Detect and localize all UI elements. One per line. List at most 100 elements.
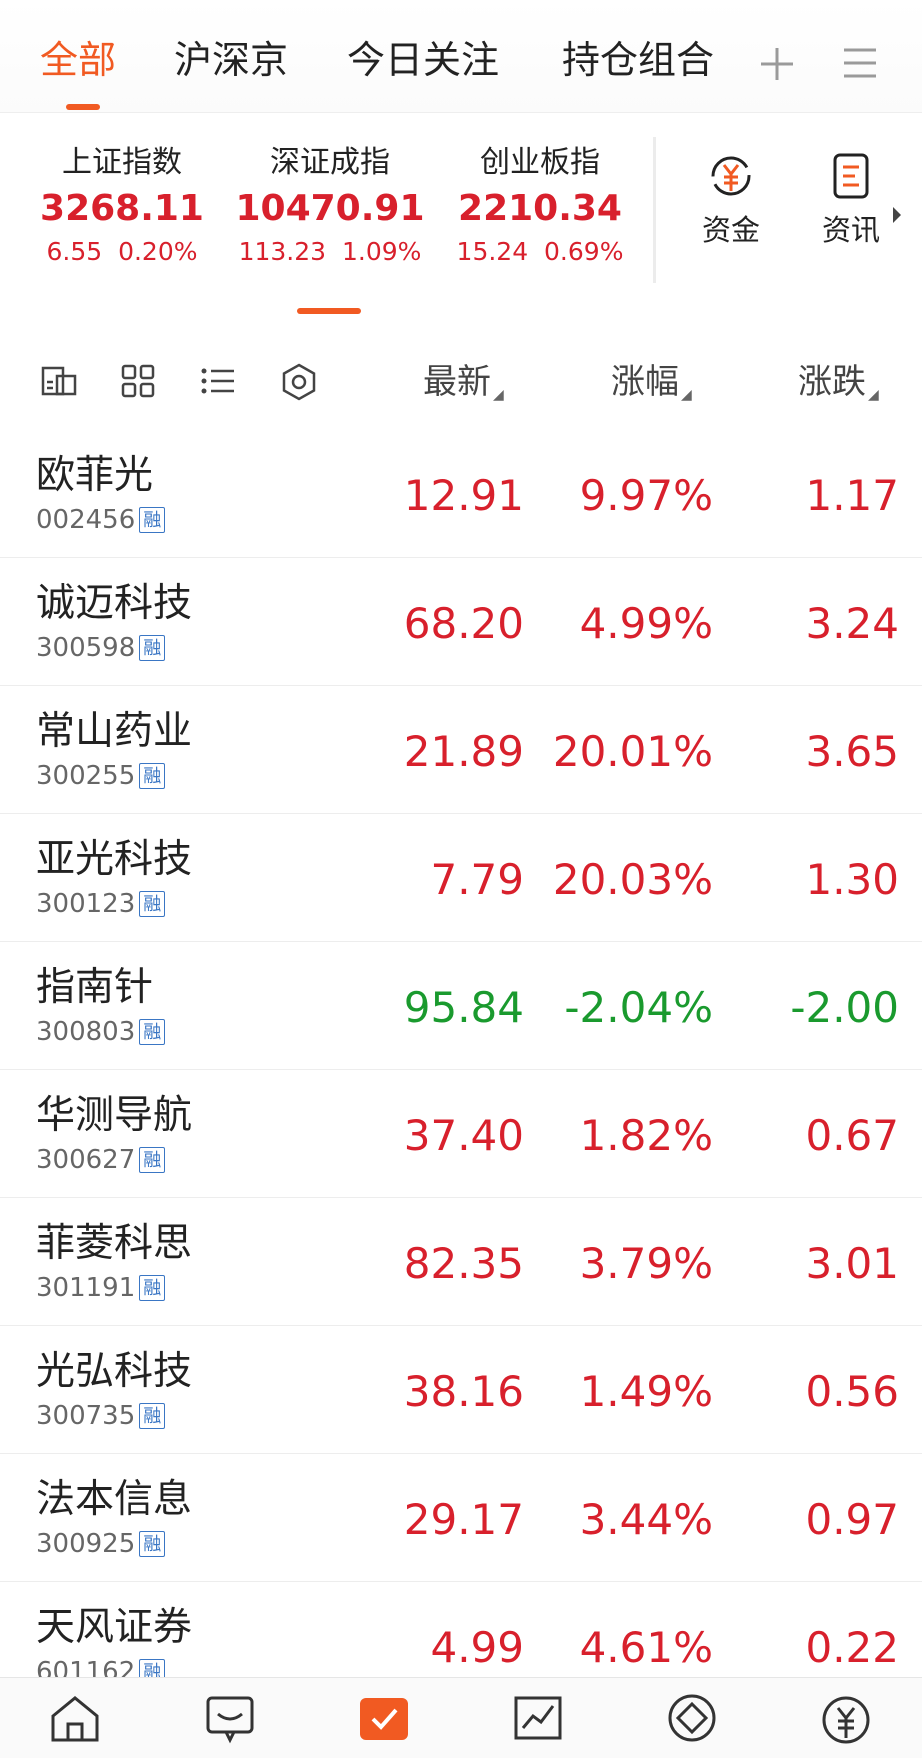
stock-last-price: 7.79 xyxy=(430,855,524,904)
scroll-right-chevron-icon[interactable] xyxy=(890,205,904,225)
stock-name: 指南针 xyxy=(36,965,154,1010)
tab-hushenjing[interactable]: 沪深京 xyxy=(174,36,288,84)
stock-code: 300598 融 xyxy=(36,632,166,664)
index-card-sh[interactable]: 上证指数 3268.11 6.55 0.20% xyxy=(22,143,222,269)
stock-last-price: 12.91 xyxy=(403,471,524,520)
yuan-flow-icon xyxy=(711,156,751,196)
stock-name: 诚迈科技 xyxy=(36,581,193,626)
stock-row[interactable]: 光弘科技 300735 融 38.16 1.49% 0.56 xyxy=(0,1326,922,1454)
quick-link-funds[interactable]: 资金 xyxy=(686,151,776,249)
card-view-icon[interactable] xyxy=(40,362,78,400)
top-tab-bar: 全部 沪深京 今日关注 持仓组合 xyxy=(0,0,922,113)
stock-change-pct: -2.04% xyxy=(564,983,713,1032)
index-card-sz[interactable]: 深证成指 10470.91 113.23 1.09% xyxy=(230,143,430,269)
stock-last-price: 21.89 xyxy=(403,727,524,776)
stock-code: 300803 融 xyxy=(36,1016,166,1048)
margin-trading-badge: 融 xyxy=(139,1403,166,1429)
quick-link-label: 资金 xyxy=(701,213,760,247)
margin-trading-badge: 融 xyxy=(139,1275,166,1301)
stock-row[interactable]: 欧菲光 002456 融 12.91 9.97% 1.17 xyxy=(0,430,922,558)
stock-change-pct: 9.97% xyxy=(579,471,713,520)
stock-last-price: 82.35 xyxy=(403,1239,524,1288)
stock-row[interactable]: 诚迈科技 300598 融 68.20 4.99% 3.24 xyxy=(0,558,922,686)
stock-change: 3.01 xyxy=(805,1239,899,1288)
hamburger-icon[interactable] xyxy=(842,46,878,80)
index-value: 3268.11 xyxy=(40,188,204,229)
stock-change-pct: 20.03% xyxy=(552,855,713,904)
stock-name: 华测导航 xyxy=(36,1093,193,1138)
margin-trading-badge: 融 xyxy=(139,1531,166,1557)
trade-yuan-icon[interactable] xyxy=(816,1690,876,1746)
tab-holdings[interactable]: 持仓组合 xyxy=(562,36,714,84)
stock-code: 300925 融 xyxy=(36,1528,166,1560)
stock-name: 亚光科技 xyxy=(36,837,193,882)
index-name: 上证指数 xyxy=(62,145,182,180)
stock-code: 300255 融 xyxy=(36,760,166,792)
index-strip: 上证指数 3268.11 6.55 0.20% 深证成指 10470.91 11… xyxy=(0,113,922,318)
stock-change-pct: 3.44% xyxy=(579,1495,713,1544)
stock-change-pct: 4.99% xyxy=(579,599,713,648)
stock-name: 法本信息 xyxy=(36,1477,193,1522)
index-divider xyxy=(653,137,656,283)
margin-trading-badge: 融 xyxy=(139,763,166,789)
stock-code: 300735 融 xyxy=(36,1400,166,1432)
tab-all[interactable]: 全部 xyxy=(40,36,116,84)
stock-change-pct: 3.79% xyxy=(579,1239,713,1288)
stock-name: 常山药业 xyxy=(36,709,193,754)
stock-change: 0.22 xyxy=(805,1623,899,1672)
margin-trading-badge: 融 xyxy=(139,1019,166,1045)
stock-row[interactable]: 亚光科技 300123 融 7.79 20.03% 1.30 xyxy=(0,814,922,942)
stock-code: 300123 融 xyxy=(36,888,166,920)
index-change: 113.23 1.09% xyxy=(238,237,422,266)
stock-last-price: 38.16 xyxy=(403,1367,524,1416)
margin-trading-badge: 融 xyxy=(139,507,166,533)
stock-name: 光弘科技 xyxy=(36,1349,193,1394)
stock-change: 0.67 xyxy=(805,1111,899,1160)
plus-icon[interactable] xyxy=(757,44,797,84)
column-header-last[interactable]: 最新 ◢ xyxy=(423,360,504,417)
margin-trading-badge: 融 xyxy=(139,891,166,917)
index-name: 深证成指 xyxy=(270,145,390,180)
column-header-pct[interactable]: 涨幅 ◢ xyxy=(611,360,692,417)
stock-last-price: 37.40 xyxy=(403,1111,524,1160)
watchlist-icon[interactable] xyxy=(354,1690,414,1746)
stock-row[interactable]: 华测导航 300627 融 37.40 1.82% 0.67 xyxy=(0,1070,922,1198)
stock-last-price: 29.17 xyxy=(403,1495,524,1544)
active-tab-indicator xyxy=(66,104,100,110)
stock-row[interactable]: 常山药业 300255 融 21.89 20.01% 3.65 xyxy=(0,686,922,814)
stock-change: 1.30 xyxy=(805,855,899,904)
column-header-chg[interactable]: 涨跌 ◢ xyxy=(798,360,879,417)
market-chart-icon[interactable] xyxy=(508,1690,568,1746)
stock-code: 300627 融 xyxy=(36,1144,166,1176)
index-card-cyb[interactable]: 创业板指 2210.34 15.24 0.69% xyxy=(440,143,640,269)
home-icon[interactable] xyxy=(45,1690,105,1746)
quick-link-news[interactable]: 资讯 xyxy=(806,151,896,249)
stock-code: 301191 融 xyxy=(36,1272,166,1304)
stock-row[interactable]: 指南针 300803 融 95.84 -2.04% -2.00 xyxy=(0,942,922,1070)
stock-change: 0.56 xyxy=(805,1367,899,1416)
stock-change: 1.17 xyxy=(805,471,899,520)
sort-indicator-icon: ◢ xyxy=(681,387,692,403)
stock-change-pct: 4.61% xyxy=(579,1623,713,1672)
message-icon[interactable] xyxy=(200,1690,260,1746)
stock-row[interactable]: 法本信息 300925 融 29.17 3.44% 0.97 xyxy=(0,1454,922,1582)
stock-change-pct: 20.01% xyxy=(552,727,713,776)
settings-hex-icon[interactable] xyxy=(279,362,319,402)
stock-last-price: 68.20 xyxy=(403,599,524,648)
stock-change: 3.65 xyxy=(805,727,899,776)
list-header: 最新 ◢ 涨幅 ◢ 涨跌 ◢ xyxy=(0,326,922,428)
tab-today-focus[interactable]: 今日关注 xyxy=(347,36,499,84)
index-change: 6.55 0.20% xyxy=(46,237,198,266)
grid-view-icon[interactable] xyxy=(119,362,157,400)
quick-link-label: 资讯 xyxy=(821,213,880,247)
stock-last-price: 4.99 xyxy=(430,1623,524,1672)
list-view-icon[interactable] xyxy=(199,362,237,400)
carousel-indicator xyxy=(297,308,361,314)
stock-last-price: 95.84 xyxy=(403,983,524,1032)
stock-code: 002456 融 xyxy=(36,504,166,536)
stock-change: -2.00 xyxy=(790,983,899,1032)
discover-icon[interactable] xyxy=(662,1690,722,1746)
index-name: 创业板指 xyxy=(480,145,600,180)
sort-indicator-icon: ◢ xyxy=(493,387,504,403)
stock-row[interactable]: 菲菱科思 301191 融 82.35 3.79% 3.01 xyxy=(0,1198,922,1326)
